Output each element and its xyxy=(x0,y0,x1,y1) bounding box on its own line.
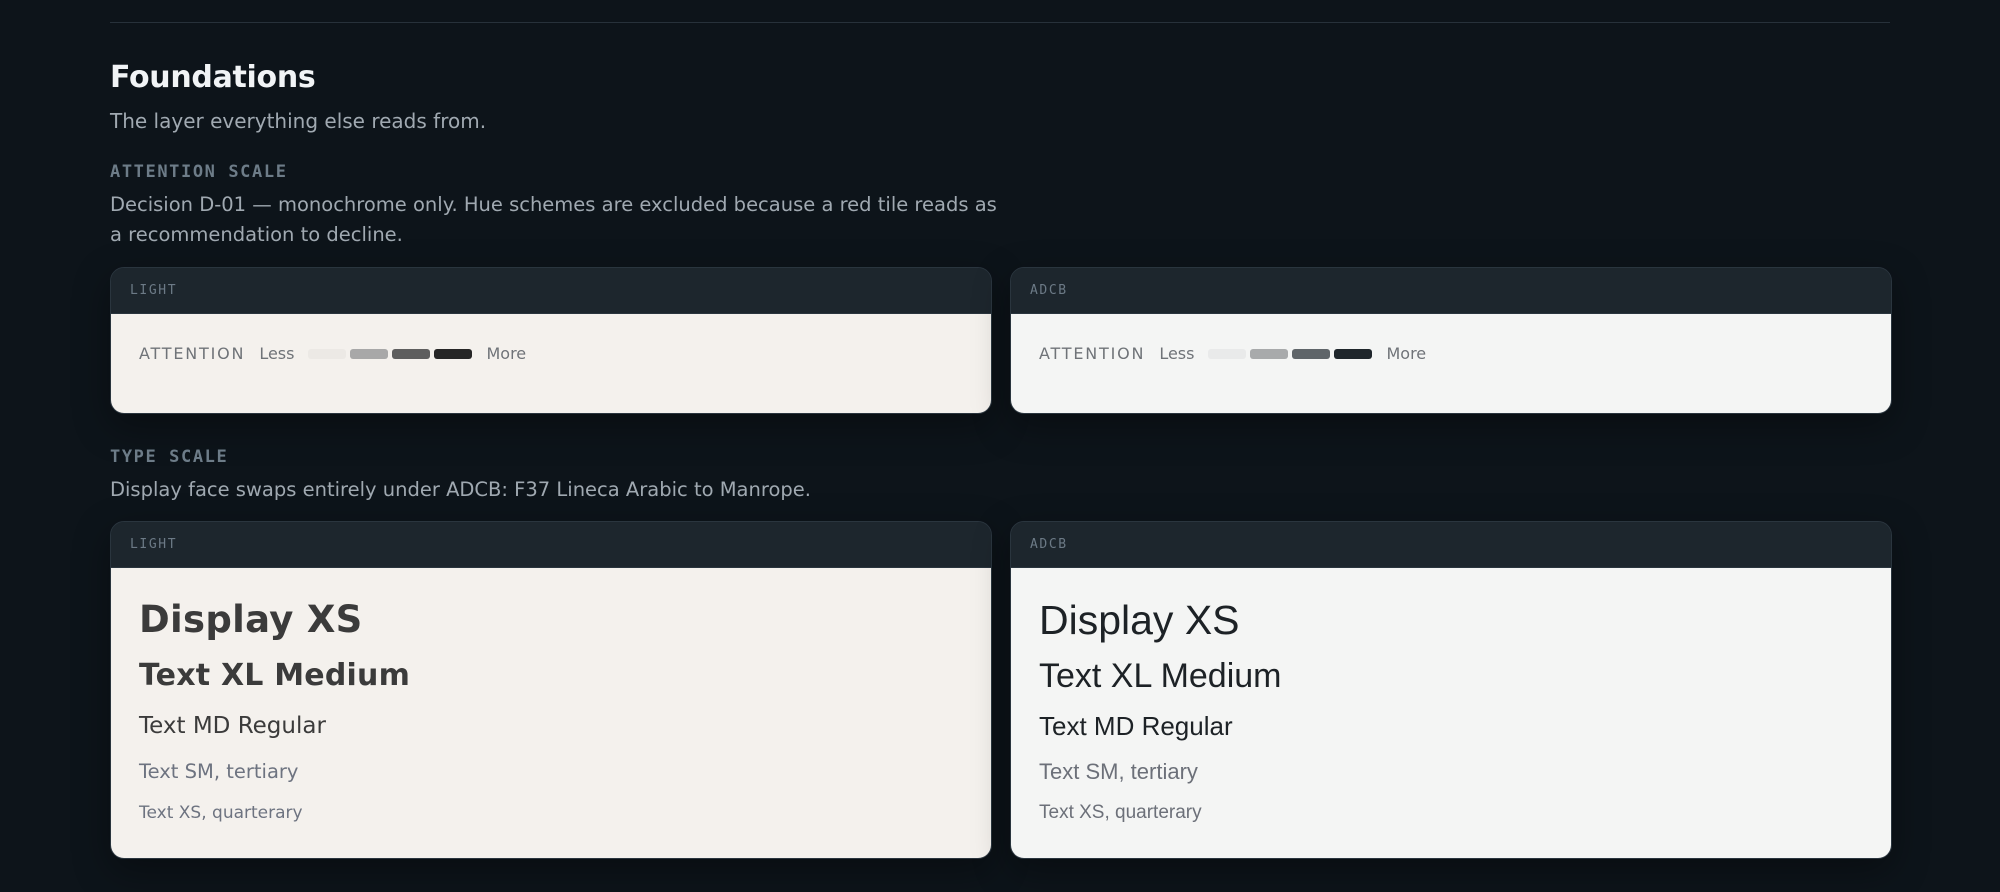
legend-more-label: More xyxy=(1386,344,1427,363)
attention-legend: ATTENTION Less More xyxy=(1039,344,1426,363)
attention-card-adcb: ADCB ATTENTION Less More xyxy=(1010,267,1892,414)
type-card-light: LIGHT Display XS Text XL Medium Text MD … xyxy=(110,521,992,859)
attention-swatch-2 xyxy=(1250,348,1289,359)
attention-label: ATTENTION xyxy=(139,344,246,363)
type-sample-display-xs: Display XS xyxy=(139,598,363,641)
card-body: Display XS Text XL Medium Text MD Regula… xyxy=(111,568,991,858)
type-card-adcb: ADCB Display XS Text XL Medium Text MD R… xyxy=(1010,521,1892,859)
attention-label: ATTENTION xyxy=(1039,344,1146,363)
type-sample-display-xs: Display XS xyxy=(1039,597,1240,643)
attention-legend: ATTENTION Less More xyxy=(139,344,526,363)
type-sample-text-xl-medium: Text XL Medium xyxy=(139,658,411,693)
card-header: ADCB xyxy=(1011,268,1891,314)
attention-swatch-2 xyxy=(350,348,389,359)
section-title: Foundations xyxy=(110,60,316,95)
card-body: ATTENTION Less More xyxy=(111,314,991,413)
legend-less-label: Less xyxy=(1159,344,1195,363)
card-body: ATTENTION Less More xyxy=(1011,314,1891,413)
type-sample-text-sm-tertiary: Text SM, tertiary xyxy=(1039,759,1198,784)
attention-swatch-1 xyxy=(308,348,347,359)
attention-scale-description: Decision D-01 — monochrome only. Hue sch… xyxy=(110,193,997,246)
legend-more-label: More xyxy=(486,344,527,363)
card-header: LIGHT xyxy=(111,268,991,314)
attention-swatch-4 xyxy=(434,348,473,359)
attention-swatch-4 xyxy=(1334,348,1373,359)
type-sample-text-xs-quarterary: Text XS, quarterary xyxy=(139,803,303,823)
section-subtitle: The layer everything else reads from. xyxy=(110,109,487,133)
card-body: Display XS Text XL Medium Text MD Regula… xyxy=(1011,568,1891,858)
type-sample-text-md-regular: Text MD Regular xyxy=(1039,711,1233,741)
type-sample-text-md-regular: Text MD Regular xyxy=(139,713,326,739)
attention-scale-eyebrow: ATTENTION SCALE xyxy=(110,162,288,182)
attention-swatch-3 xyxy=(392,348,431,359)
card-header: ADCB xyxy=(1011,522,1891,568)
type-sample-text-xs-quarterary: Text XS, quarterary xyxy=(1039,802,1202,823)
attention-card-light: LIGHT ATTENTION Less More xyxy=(110,267,992,414)
legend-less-label: Less xyxy=(259,344,295,363)
attention-swatch-1 xyxy=(1208,348,1247,359)
attention-swatch-3 xyxy=(1292,348,1331,359)
top-divider xyxy=(110,22,1890,23)
type-scale-eyebrow: TYPE SCALE xyxy=(110,447,229,467)
card-header: LIGHT xyxy=(111,522,991,568)
type-sample-text-sm-tertiary: Text SM, tertiary xyxy=(139,760,299,783)
type-scale-description: Display face swaps entirely under ADCB: … xyxy=(110,478,811,501)
type-sample-text-xl-medium: Text XL Medium xyxy=(1039,657,1282,695)
